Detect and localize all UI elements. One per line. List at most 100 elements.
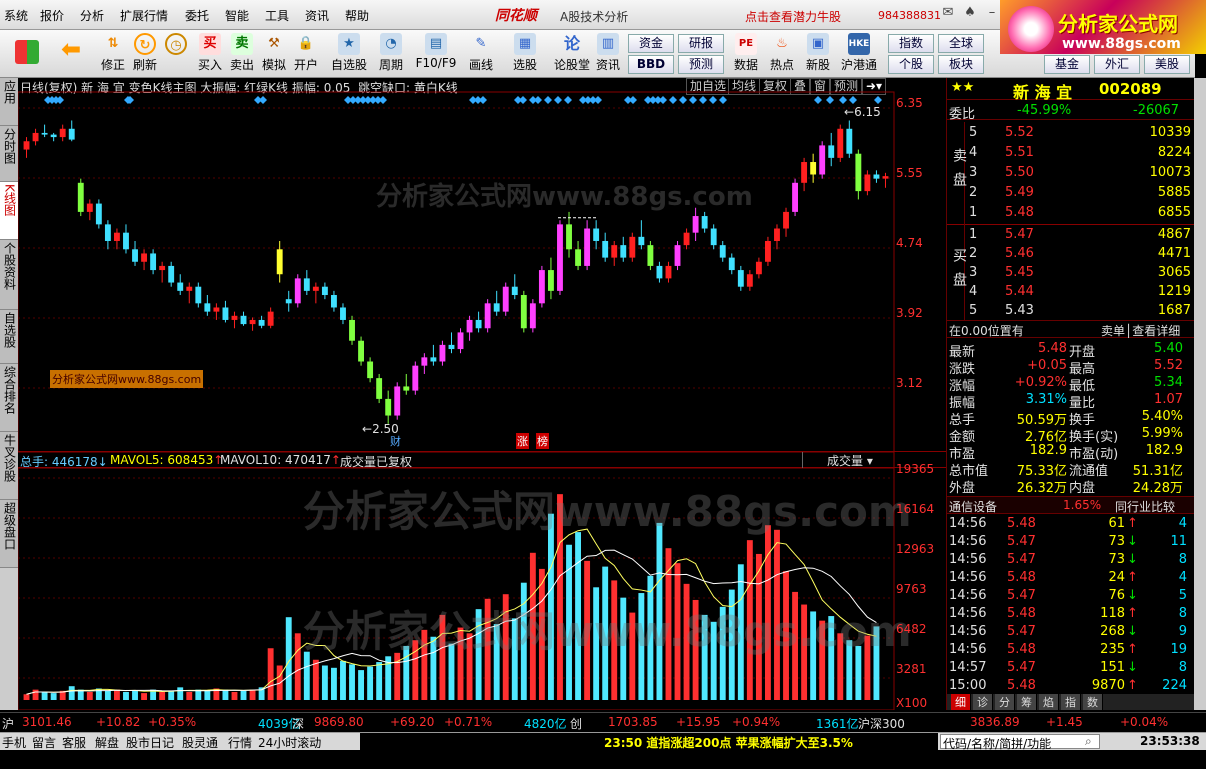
fund-market-button[interactable]: 基金 <box>1044 55 1090 74</box>
us-stock-button[interactable]: 美股 <box>1144 55 1190 74</box>
sell-button[interactable]: 卖卖出 <box>228 30 256 78</box>
menu-item-ext-market[interactable]: 扩展行情 <box>120 7 168 24</box>
draw-button[interactable]: ✎ 画线 <box>464 30 498 78</box>
diary-link[interactable]: 股市日记 <box>126 734 174 751</box>
shirt-icon[interactable]: ♠ <box>960 5 980 23</box>
sell-row[interactable]: 5 5.52 10339 <box>965 124 1195 142</box>
stock-pick-button[interactable]: ▦ 选股 <box>508 30 542 78</box>
hk-connect-button[interactable]: HKE 沪港通 <box>838 30 880 78</box>
clock-button[interactable]: ◷ <box>162 30 190 78</box>
stock-genie-link[interactable]: 股灵通 <box>182 734 218 751</box>
sell-row[interactable]: 4 5.51 8224 <box>965 144 1195 162</box>
service-link[interactable]: 客服 <box>62 734 86 751</box>
menu-item-news[interactable]: 资讯 <box>305 7 329 24</box>
rolling-news-link[interactable]: 24小时滚动 <box>258 734 321 751</box>
right-scrollbar[interactable] <box>1194 78 1206 710</box>
data-button[interactable]: PE 数据 <box>730 30 762 78</box>
f10-button[interactable]: ▤ F10/F9 <box>414 30 458 78</box>
quote-tab-5[interactable]: 指 <box>1061 694 1081 710</box>
sell-row[interactable]: 3 5.50 10073 <box>965 164 1195 182</box>
menu-item-quote[interactable]: 报价 <box>40 7 64 24</box>
signal-diamond <box>594 96 602 104</box>
forex-button[interactable]: 外汇 <box>1094 55 1140 74</box>
news-ticker[interactable]: 23:50 道指涨超200点 苹果涨幅扩大至3.5% <box>360 733 938 750</box>
layout-button[interactable] <box>10 30 44 78</box>
quote-tab-1[interactable]: 诊 <box>973 694 993 710</box>
simulate-button[interactable]: ⚒ 模拟 <box>260 30 288 78</box>
sz-label[interactable]: 深 <box>292 715 304 732</box>
tab-stock-profile[interactable]: 个股资料 <box>0 240 18 310</box>
buy-row[interactable]: 5 5.43 1687 <box>965 302 1195 320</box>
candle-body <box>520 295 527 329</box>
menu-item-trade[interactable]: 委托 <box>185 7 209 24</box>
tab-ranking[interactable]: 综合排名 <box>0 364 18 432</box>
tab-diagnose[interactable]: 牛叉诊股 <box>0 432 18 500</box>
tab-watchlist[interactable]: 自选股 <box>0 310 18 364</box>
research-button[interactable]: 研报 <box>678 34 724 53</box>
buy-row[interactable]: 3 5.45 3065 <box>965 264 1195 282</box>
sh-label[interactable]: 沪 <box>2 715 14 732</box>
buy-row[interactable]: 2 5.46 4471 <box>965 245 1195 263</box>
quote-tab-0[interactable]: 细 <box>951 694 971 710</box>
global-button[interactable]: 全球 <box>938 34 984 53</box>
refresh-button[interactable]: ↻ 刷新 <box>130 30 160 78</box>
industry-name[interactable]: 通信设备 <box>949 498 997 515</box>
message-link[interactable]: 留言 <box>32 734 56 751</box>
tab-apps[interactable]: 应用 <box>0 78 18 126</box>
weibi-row: 委比 -45.99% -26067 <box>947 102 1195 122</box>
hs300-label[interactable]: 沪深300 <box>858 715 905 732</box>
search-icon[interactable]: ⌕ <box>1085 734 1092 749</box>
event-ranking[interactable]: 榜 <box>536 433 549 449</box>
menu-item-help[interactable]: 帮助 <box>345 7 369 24</box>
promo-link[interactable]: 点击查看潜力牛股 <box>745 8 841 25</box>
info-button[interactable]: ▥ 资讯 <box>594 30 622 78</box>
menu-item-system[interactable]: 系统 <box>4 7 28 24</box>
quote-tab-4[interactable]: 焰 <box>1039 694 1059 710</box>
new-stock-button[interactable]: ▣ 新股 <box>802 30 834 78</box>
watchlist-button[interactable]: ★ 自选股 <box>330 30 368 78</box>
volume-indicator-dropdown[interactable]: 成交量 ▾ <box>802 452 894 468</box>
event-limit-up[interactable]: 涨 <box>516 433 529 449</box>
open-account-button[interactable]: 🔒 开户 <box>292 30 320 78</box>
sector-button[interactable]: 板块 <box>938 55 984 74</box>
cy-label[interactable]: 创 <box>570 715 582 732</box>
forecast-button[interactable]: 预测 <box>678 55 724 74</box>
industry-compare-link[interactable]: 同行业比较 <box>1115 498 1175 515</box>
stock-button[interactable]: 个股 <box>888 55 934 74</box>
message-icon[interactable]: ✉ <box>938 5 958 23</box>
buy-row[interactable]: 1 5.47 4867 <box>965 226 1195 244</box>
buy-row[interactable]: 4 5.44 1219 <box>965 283 1195 301</box>
mobile-link[interactable]: 手机 <box>2 734 26 751</box>
favorite-stars-icon[interactable]: ★★ <box>951 80 974 95</box>
menu-item-tools[interactable]: 工具 <box>265 7 289 24</box>
forum-button[interactable]: 论论股堂 <box>552 30 592 78</box>
bbd-button[interactable]: BBD <box>628 55 674 74</box>
quote-tab-2[interactable]: 分 <box>995 694 1015 710</box>
menu-item-smart[interactable]: 智能 <box>225 7 249 24</box>
account-number: 984388831 <box>878 9 941 22</box>
tab-intraday[interactable]: 分时图 <box>0 126 18 182</box>
index-button[interactable]: 指数 <box>888 34 934 53</box>
fund-button[interactable]: 资金 <box>628 34 674 53</box>
quote-tab-3[interactable]: 筹 <box>1017 694 1037 710</box>
minimize-icon[interactable]: – <box>982 5 1002 23</box>
candle-body <box>882 176 889 179</box>
sell-row[interactable]: 1 5.48 6855 <box>965 204 1195 222</box>
event-finance[interactable]: 财 <box>390 433 401 449</box>
correct-button[interactable]: ⇅ 修正 <box>98 30 128 78</box>
menu-item-analysis[interactable]: 分析 <box>80 7 104 24</box>
view-detail-link[interactable]: 卖单│查看详细 <box>1101 322 1180 339</box>
search-input[interactable]: 代码/名称/简拼/功能 ⌕ <box>940 734 1100 751</box>
kline-chart-panel[interactable]: 日线(复权) 新 海 宜 变色K线主图 大振幅: 红绿K线 振幅: 0.05 跳… <box>18 78 946 710</box>
candle-body <box>132 249 138 262</box>
buy-button[interactable]: 买买入 <box>196 30 224 78</box>
market-link[interactable]: 行情 <box>228 734 252 751</box>
back-button[interactable]: ⬅ <box>54 30 88 78</box>
hot-button[interactable]: ♨ 热点 <box>766 30 798 78</box>
period-button[interactable]: ◔ 周期 <box>374 30 408 78</box>
tab-kline[interactable]: K线图 <box>0 182 18 240</box>
quote-tab-6[interactable]: 数 <box>1083 694 1103 710</box>
analysis-link[interactable]: 解盘 <box>95 734 119 751</box>
sell-row[interactable]: 2 5.49 5885 <box>965 184 1195 202</box>
tab-super-book[interactable]: 超级盘口 <box>0 500 18 568</box>
